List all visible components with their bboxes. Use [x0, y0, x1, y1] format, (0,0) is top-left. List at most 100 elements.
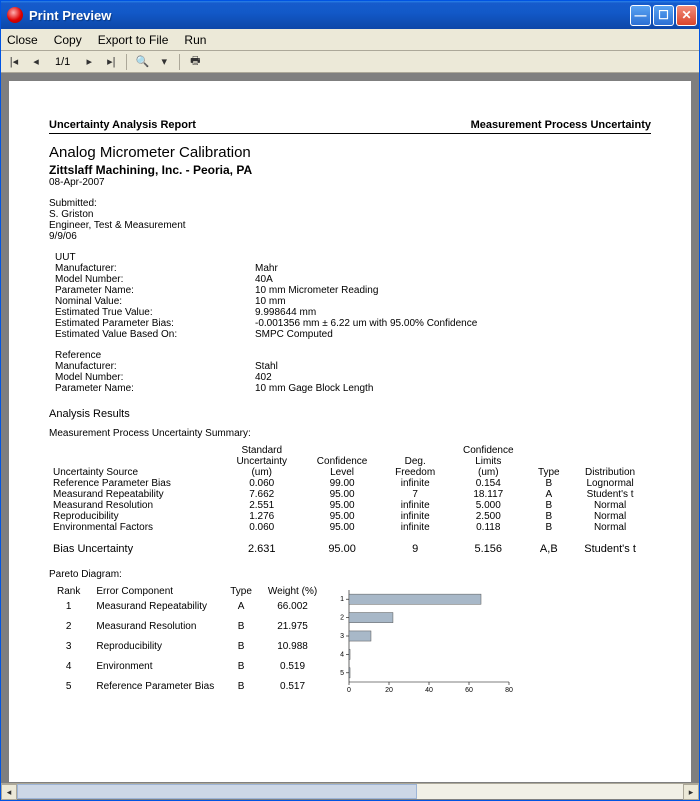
pareto-section: Rank Error Component Type Weight (%) 1Me… — [49, 586, 651, 696]
submitted-section: Submitted: S. Griston Engineer, Test & M… — [49, 198, 651, 242]
print-icon[interactable]: 🖶 — [186, 54, 204, 70]
svg-text:5: 5 — [340, 670, 344, 677]
col-conflim: Confidence — [448, 445, 528, 456]
menu-run[interactable]: Run — [184, 33, 206, 47]
kv-value: 10 mm Gage Block Length — [255, 383, 651, 394]
submitted-name: S. Griston — [49, 209, 651, 220]
svg-text:20: 20 — [385, 687, 393, 694]
menu-close[interactable]: Close — [7, 33, 38, 47]
kv-key: Model Number: — [55, 274, 255, 285]
menu-export[interactable]: Export to File — [98, 33, 169, 47]
bias-uncertainty-row: Bias Uncertainty 2.631 95.00 9 5.156 A,B… — [49, 533, 651, 555]
first-page-icon[interactable]: |◂ — [5, 54, 23, 70]
report-header-left: Uncertainty Analysis Report — [49, 119, 196, 131]
kv-key: Estimated Parameter Bias: — [55, 318, 255, 329]
kv-value: Stahl — [255, 361, 651, 372]
kv-value: 9.998644 mm — [255, 307, 651, 318]
table-row: 4EnvironmentB0.519 — [49, 656, 325, 676]
window-title: Print Preview — [27, 8, 630, 23]
close-button[interactable]: ✕ — [676, 5, 697, 26]
kv-key: Model Number: — [55, 372, 255, 383]
kv-row: Estimated True Value:9.998644 mm — [49, 307, 651, 318]
svg-text:3: 3 — [340, 633, 344, 640]
report-page: Uncertainty Analysis Report Measurement … — [9, 81, 691, 782]
submitted-date: 9/9/06 — [49, 231, 651, 242]
pareto-title: Pareto Diagram: — [49, 569, 651, 580]
kv-key: Nominal Value: — [55, 296, 255, 307]
svg-text:80: 80 — [505, 687, 513, 694]
table-row: 5Reference Parameter BiasB0.517 — [49, 676, 325, 696]
reference-title: Reference — [55, 350, 651, 361]
table-row: 2Measurand ResolutionB21.975 — [49, 617, 325, 637]
col-ptype: Type — [222, 586, 260, 597]
scroll-track[interactable] — [17, 784, 683, 799]
scroll-thumb[interactable] — [17, 784, 417, 799]
scroll-right-icon[interactable]: ▸ — [683, 784, 699, 800]
svg-text:0: 0 — [347, 687, 351, 694]
reference-section: Reference Manufacturer:StahlModel Number… — [49, 350, 651, 394]
next-page-icon[interactable]: ▸ — [80, 54, 98, 70]
kv-key: Estimated True Value: — [55, 307, 255, 318]
zoom-dropdown-icon[interactable]: ▾ — [155, 54, 173, 70]
kv-value: -0.001356 mm ± 6.22 um with 95.00% Confi… — [255, 318, 651, 329]
table-row: 3ReproducibilityB10.988 — [49, 637, 325, 657]
svg-text:60: 60 — [465, 687, 473, 694]
report-title: Analog Micrometer Calibration — [49, 144, 651, 161]
svg-text:40: 40 — [425, 687, 433, 694]
col-weight: Weight (%) — [260, 586, 325, 597]
minimize-button[interactable]: — — [630, 5, 651, 26]
submitted-role: Engineer, Test & Measurement — [49, 220, 651, 231]
col-type: Type — [528, 467, 569, 478]
kv-row: Manufacturer:Stahl — [49, 361, 651, 372]
titlebar[interactable]: Print Preview — ☐ ✕ — [1, 1, 699, 29]
table-row: Reference Parameter Bias0.06099.00infini… — [49, 478, 651, 489]
col-error-component: Error Component — [88, 586, 222, 597]
horizontal-scrollbar[interactable]: ◂ ▸ — [1, 783, 699, 799]
toolbar-separator — [179, 54, 180, 70]
kv-row: Estimated Parameter Bias:-0.001356 mm ± … — [49, 318, 651, 329]
kv-row: Nominal Value:10 mm — [49, 296, 651, 307]
table-row: Environmental Factors0.06095.00infinite0… — [49, 522, 651, 533]
col-dist: Distribution — [569, 467, 651, 478]
col-standard: Standard — [222, 445, 302, 456]
pareto-chart: 02040608012345 — [335, 586, 515, 696]
col-source: Uncertainty Source — [49, 467, 222, 478]
table-row: 1Measurand RepeatabilityA66.002 — [49, 597, 325, 617]
uncertainty-table: Standard Confidence Uncertainty Confiden… — [49, 445, 651, 555]
report-header-right: Measurement Process Uncertainty — [471, 119, 651, 131]
content-area: Uncertainty Analysis Report Measurement … — [1, 73, 699, 800]
scroll-left-icon[interactable]: ◂ — [1, 784, 17, 800]
report-date: 08-Apr-2007 — [49, 177, 651, 188]
submitted-label: Submitted: — [49, 198, 651, 209]
table-row: Reproducibility1.27695.00infinite2.500BN… — [49, 511, 651, 522]
kv-row: Estimated Value Based On:SMPC Computed — [49, 329, 651, 340]
svg-text:2: 2 — [340, 615, 344, 622]
kv-row: Model Number:40A — [49, 274, 651, 285]
prev-page-icon[interactable]: ◂ — [27, 54, 45, 70]
toolbar: |◂ ◂ 1/1 ▸ ▸| 🔍 ▾ 🖶 — [1, 51, 699, 73]
kv-value: 10 mm — [255, 296, 651, 307]
kv-key: Parameter Name: — [55, 383, 255, 394]
window: Print Preview — ☐ ✕ Close Copy Export to… — [0, 0, 700, 801]
col-conf: Confidence — [302, 456, 382, 467]
analysis-title: Analysis Results — [49, 408, 651, 420]
kv-row: Manufacturer:Mahr — [49, 263, 651, 274]
kv-key: Manufacturer: — [55, 263, 255, 274]
menu-copy[interactable]: Copy — [54, 33, 82, 47]
col-rank: Rank — [49, 586, 88, 597]
uut-section: UUT Manufacturer:MahrModel Number:40APar… — [49, 252, 651, 340]
analysis-summary-title: Measurement Process Uncertainty Summary: — [49, 428, 651, 439]
kv-key: Manufacturer: — [55, 361, 255, 372]
svg-text:1: 1 — [340, 596, 344, 603]
zoom-icon[interactable]: 🔍 — [133, 54, 151, 70]
page-indicator: 1/1 — [55, 56, 70, 68]
pareto-table: Rank Error Component Type Weight (%) 1Me… — [49, 586, 325, 696]
maximize-button[interactable]: ☐ — [653, 5, 674, 26]
col-deg: Deg. — [382, 456, 448, 467]
kv-value: 402 — [255, 372, 651, 383]
last-page-icon[interactable]: ▸| — [102, 54, 120, 70]
kv-row: Model Number:402 — [49, 372, 651, 383]
kv-value: 10 mm Micrometer Reading — [255, 285, 651, 296]
kv-value: 40A — [255, 274, 651, 285]
app-icon — [7, 7, 23, 23]
